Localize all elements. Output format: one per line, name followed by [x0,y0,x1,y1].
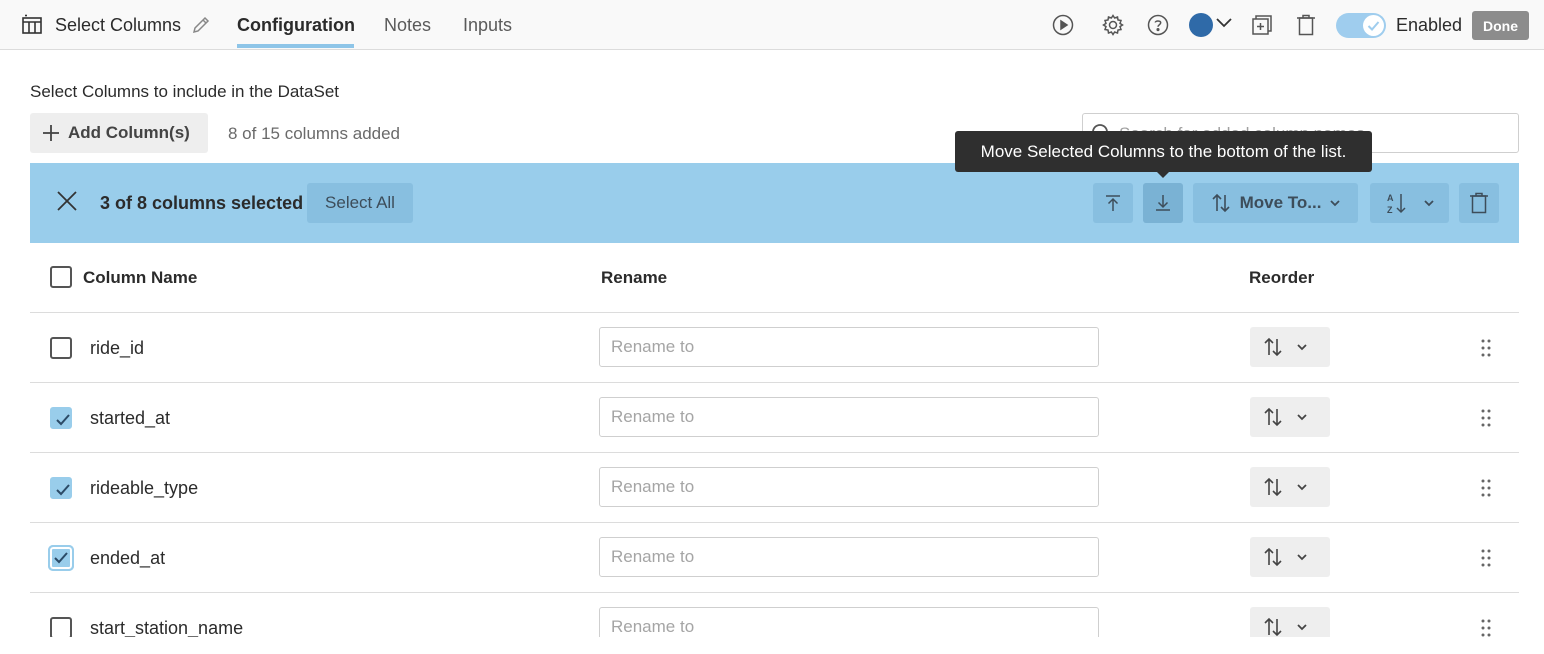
drag-handle-icon[interactable] [1479,618,1493,637]
reorder-dropdown[interactable] [1250,397,1330,437]
rename-input[interactable] [599,397,1099,437]
help-icon[interactable] [1147,14,1169,41]
drag-handle-icon[interactable] [1479,478,1493,503]
chevron-down-icon [1330,200,1341,207]
page-title: Select Columns [55,15,182,35]
chevron-down-icon [1423,200,1434,207]
move-top-icon [1106,195,1120,211]
reorder-arrows-icon [1264,407,1282,427]
toggle-knob [1363,15,1384,36]
reorder-arrows-icon [1211,193,1230,213]
tooltip-arrow [1156,171,1170,178]
reorder-arrows-icon [1264,547,1282,567]
drag-handle-icon[interactable] [1479,548,1493,573]
sort-az-icon: A Z [1387,193,1406,215]
column-name: ride_id [90,338,145,358]
active-tab-indicator [237,44,354,48]
table-row: rideable_type [30,453,1519,523]
checkmark-icon [54,552,68,564]
add-columns-button[interactable]: Add Column(s) [30,113,208,153]
close-icon[interactable] [56,190,78,217]
plus-icon [43,125,59,141]
move-to-label: Move To... [1239,193,1322,212]
rename-input[interactable] [599,327,1099,367]
select-columns-icon [21,14,43,41]
enabled-toggle[interactable] [1336,13,1386,38]
chevron-down-icon [1297,484,1307,491]
chevron-down-icon [1297,414,1307,421]
column-name: rideable_type [90,478,199,498]
trash-icon [1470,192,1488,214]
play-icon[interactable] [1052,14,1074,41]
row-checkbox[interactable] [50,477,72,499]
reorder-dropdown[interactable] [1250,537,1330,577]
select-all-button[interactable]: Select All [307,183,413,223]
chevron-down-icon [1297,624,1307,631]
trash-icon[interactable] [1296,14,1316,41]
edit-pencil-icon[interactable] [191,15,211,40]
move-to-bottom-button[interactable] [1143,183,1183,223]
reorder-dropdown[interactable] [1250,607,1330,637]
row-checkbox[interactable] [50,407,72,429]
reorder-dropdown[interactable] [1250,327,1330,367]
checkmark-icon [56,414,70,426]
move-bottom-icon [1156,195,1170,211]
column-name: ended_at [90,548,166,568]
row-checkbox[interactable] [50,337,72,359]
sort-dropdown[interactable]: A Z [1370,183,1449,223]
reorder-arrows-icon [1264,617,1282,637]
section-subtitle: Select Columns to include in the DataSet [30,82,340,101]
rename-input[interactable] [599,537,1099,577]
color-avatar[interactable] [1189,13,1213,37]
table-row: started_at [30,383,1519,453]
svg-text:Z: Z [1387,205,1393,215]
add-columns-label: Add Column(s) [68,123,190,142]
column-name-header: Column Name [83,268,198,287]
tab-notes[interactable]: Notes [384,15,431,36]
tooltip: Move Selected Columns to the bottom of t… [955,131,1372,172]
enabled-label: Enabled [1396,15,1463,35]
selected-count: 3 of 8 columns selected [100,193,304,213]
drag-handle-icon[interactable] [1479,408,1493,433]
drag-handle-icon[interactable] [1479,338,1493,363]
table-header: Column Name Rename Reorder [30,243,1519,313]
rename-input[interactable] [599,607,1099,637]
reorder-arrows-icon [1264,337,1282,357]
table-row: ended_at [30,523,1519,593]
reorder-arrows-icon [1264,477,1282,497]
row-checkbox[interactable] [50,617,72,637]
checkmark-icon [56,484,70,496]
column-name: start_station_name [90,618,244,637]
chevron-down-icon [1297,344,1307,351]
column-name: started_at [90,408,171,428]
reorder-dropdown[interactable] [1250,467,1330,507]
gear-icon[interactable] [1102,14,1124,41]
tab-inputs[interactable]: Inputs [463,15,512,36]
rename-header: Rename [601,268,668,287]
row-checkbox[interactable] [48,545,74,571]
reorder-header: Reorder [1249,268,1315,287]
chevron-down-icon[interactable] [1215,16,1233,35]
rename-input[interactable] [599,467,1099,507]
columns-added-count: 8 of 15 columns added [228,124,401,143]
done-button[interactable]: Done [1472,11,1529,40]
selection-action-bar: 3 of 8 columns selected Select All Move … [30,163,1519,243]
table-row: ride_id [30,313,1519,383]
svg-text:A: A [1387,193,1394,203]
move-to-top-button[interactable] [1093,183,1133,223]
duplicate-icon[interactable] [1251,14,1273,41]
move-to-dropdown[interactable]: Move To... [1193,183,1358,223]
top-header: Select Columns Configuration Notes Input… [0,0,1544,50]
tab-configuration[interactable]: Configuration [237,15,355,36]
select-all-checkbox[interactable] [50,266,72,288]
remove-selected-button[interactable] [1459,183,1499,223]
table-row: start_station_name [30,593,1519,637]
chevron-down-icon [1297,554,1307,561]
